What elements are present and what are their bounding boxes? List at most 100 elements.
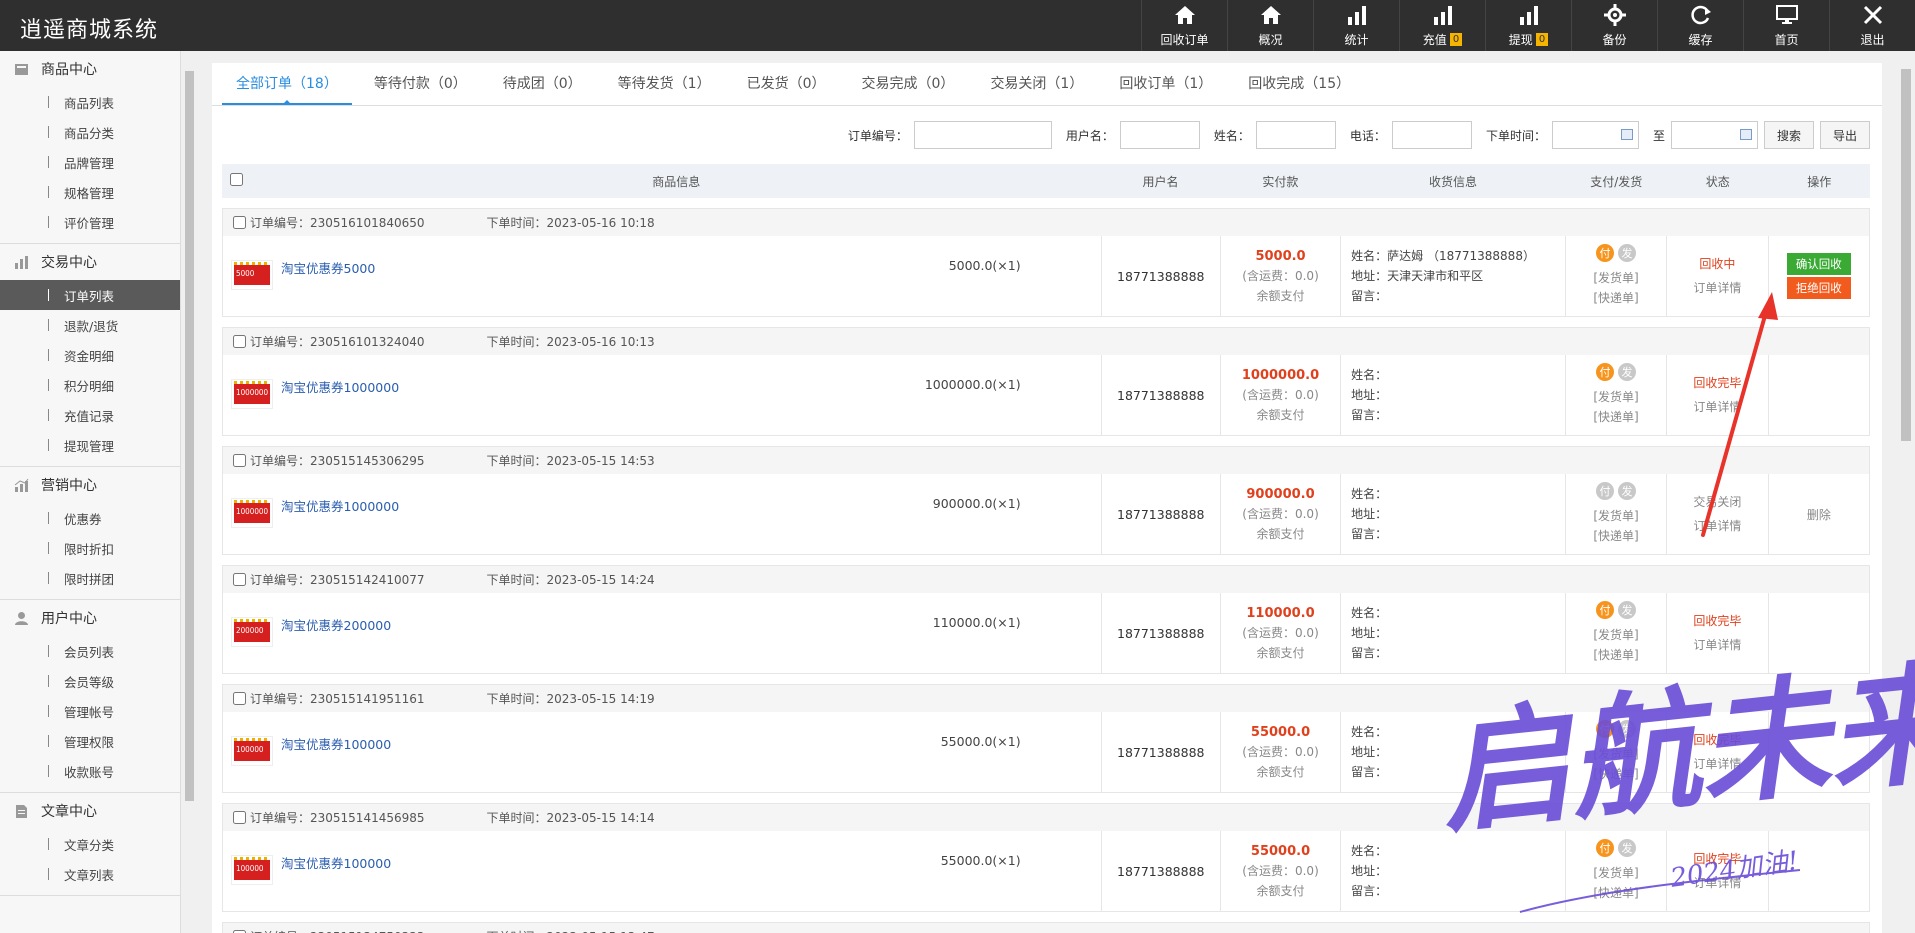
tab-6[interactable]: 交易关闭（1） [976,63,1097,105]
shipping-fee: (含运费：0.0) [1242,387,1319,402]
sidebar-item[interactable]: 限时折扣 [0,533,180,563]
order-checkbox[interactable] [233,573,246,586]
sidebar-item[interactable]: 文章列表 [0,859,180,889]
tab-1[interactable]: 等待付款（0） [360,63,481,105]
sidebar-item[interactable]: 积分明细 [0,370,180,400]
coupon-thumbnail[interactable]: 100000 [231,855,273,885]
end-date-field[interactable] [1670,121,1758,149]
ship-doc-link[interactable]: [发货单] [1593,744,1638,764]
order-detail-link[interactable]: 订单详情 [1693,871,1741,895]
coupon-thumbnail[interactable]: 1000000 [231,379,273,409]
express-doc-link[interactable]: [快递单] [1593,407,1638,427]
express-doc-link[interactable]: [快递单] [1593,764,1638,784]
sidebar-item[interactable]: 限时拼团 [0,563,180,593]
ship-doc-link[interactable]: [发货单] [1593,387,1638,407]
name-input[interactable] [1255,121,1336,149]
sidebar-group-title[interactable]: 文章中心 [0,793,180,829]
sidebar-group-title[interactable]: 用户中心 [0,600,180,636]
page-scrollbar[interactable] [1897,51,1915,933]
topnav-item-2[interactable]: 统计 [1313,0,1399,51]
phone-input[interactable] [1391,121,1472,149]
goods-name-link[interactable]: 淘宝优惠券1000000 [281,377,399,396]
sidebar-scrollbar[interactable] [182,51,197,933]
ship-doc-link[interactable]: [发货单] [1593,506,1638,526]
sidebar-group-title[interactable]: 交易中心 [0,244,180,280]
username-input[interactable] [1119,121,1200,149]
sidebar-item[interactable]: 规格管理 [0,177,180,207]
sidebar-scrollbar-thumb[interactable] [185,71,194,801]
calendar-icon[interactable] [1739,129,1752,140]
order-detail-link[interactable]: 订单详情 [1693,276,1741,300]
sidebar-item[interactable]: 评价管理 [0,207,180,237]
topnav-item-3[interactable]: 充值 0 [1399,0,1485,51]
start-date-field[interactable] [1551,121,1639,149]
sidebar-item[interactable]: 收款账号 [0,756,180,786]
sidebar-item[interactable]: 订单列表 [0,280,180,310]
tab-3[interactable]: 等待发货（1） [604,63,725,105]
order-no-input[interactable] [913,121,1052,149]
ship-doc-link[interactable]: [发货单] [1593,863,1638,883]
topnav-item-5[interactable]: 备份 [1571,0,1657,51]
topnav-item-4[interactable]: 提现 0 [1485,0,1571,51]
topnav-item-8[interactable]: 退出 [1829,0,1915,51]
reject-recycle-button[interactable]: 拒绝回收 [1786,277,1851,299]
topnav-item-1[interactable]: 概况 [1227,0,1313,51]
page-scrollbar-thumb[interactable] [1901,69,1911,441]
calendar-icon[interactable] [1620,129,1633,140]
tab-5[interactable]: 交易完成（0） [848,63,969,105]
sidebar-item[interactable]: 优惠券 [0,503,180,533]
tab-0[interactable]: 全部订单（18） [222,63,352,105]
order-checkbox[interactable] [233,335,246,348]
order-checkbox[interactable] [233,811,246,824]
search-button[interactable]: 搜索 [1763,121,1814,149]
order-checkbox[interactable] [233,692,246,705]
sidebar-item[interactable]: 品牌管理 [0,147,180,177]
sidebar-item[interactable]: 充值记录 [0,400,180,430]
tab-2[interactable]: 待成团（0） [489,63,596,105]
coupon-thumbnail[interactable]: 200000 [231,617,273,647]
express-doc-link[interactable]: [快递单] [1593,645,1638,665]
sidebar-item[interactable]: 退款/退货 [0,310,180,340]
express-doc-link[interactable]: [快递单] [1593,526,1638,546]
coupon-thumbnail[interactable]: 1000000 [231,498,273,528]
sidebar-item[interactable]: 提现管理 [0,430,180,460]
sidebar-item[interactable]: 文章分类 [0,829,180,859]
delete-button[interactable]: 删除 [1807,506,1831,523]
sidebar-item[interactable]: 商品分类 [0,117,180,147]
ship-doc-link[interactable]: [发货单] [1593,625,1638,645]
order-checkbox[interactable] [233,454,246,467]
goods-name-link[interactable]: 淘宝优惠券5000 [281,258,375,277]
sidebar-item[interactable]: 管理权限 [0,726,180,756]
select-all-checkbox[interactable] [230,173,244,186]
coupon-thumbnail[interactable]: 100000 [231,736,273,766]
sidebar-item[interactable]: 会员等级 [0,666,180,696]
topnav-item-7[interactable]: 首页 [1743,0,1829,51]
sidebar-group-title[interactable]: 商品中心 [0,51,180,87]
tab-4[interactable]: 已发货（0） [733,63,840,105]
ship-doc-link[interactable]: [发货单] [1593,268,1638,288]
sidebar-group: 交易中心 订单列表 退款/退货 资金明细 积分明细 充值记录 提现管理 [0,244,180,467]
topnav-item-0[interactable]: 回收订单 [1141,0,1227,51]
sidebar-item[interactable]: 管理帐号 [0,696,180,726]
goods-name-link[interactable]: 淘宝优惠券200000 [281,615,391,634]
express-doc-link[interactable]: [快递单] [1593,288,1638,308]
sidebar-item[interactable]: 资金明细 [0,340,180,370]
confirm-recycle-button[interactable]: 确认回收 [1786,253,1851,275]
express-doc-link[interactable]: [快递单] [1593,883,1638,903]
goods-name-link[interactable]: 淘宝优惠券100000 [281,734,391,753]
export-button[interactable]: 导出 [1819,121,1870,149]
sidebar-item[interactable]: 会员列表 [0,636,180,666]
order-detail-link[interactable]: 订单详情 [1693,752,1741,776]
order-detail-link[interactable]: 订单详情 [1693,514,1741,538]
sidebar-group-title[interactable]: 营销中心 [0,467,180,503]
tab-8[interactable]: 回收完成（15） [1234,63,1364,105]
coupon-thumbnail[interactable]: 5000 [231,260,273,290]
order-detail-link[interactable]: 订单详情 [1693,395,1741,419]
goods-name-link[interactable]: 淘宝优惠券100000 [281,853,391,872]
order-detail-link[interactable]: 订单详情 [1693,633,1741,657]
sidebar-item[interactable]: 商品列表 [0,87,180,117]
topnav-item-6[interactable]: 缓存 [1657,0,1743,51]
tab-7[interactable]: 回收订单（1） [1105,63,1226,105]
goods-name-link[interactable]: 淘宝优惠券1000000 [281,496,399,515]
order-checkbox[interactable] [233,216,246,229]
